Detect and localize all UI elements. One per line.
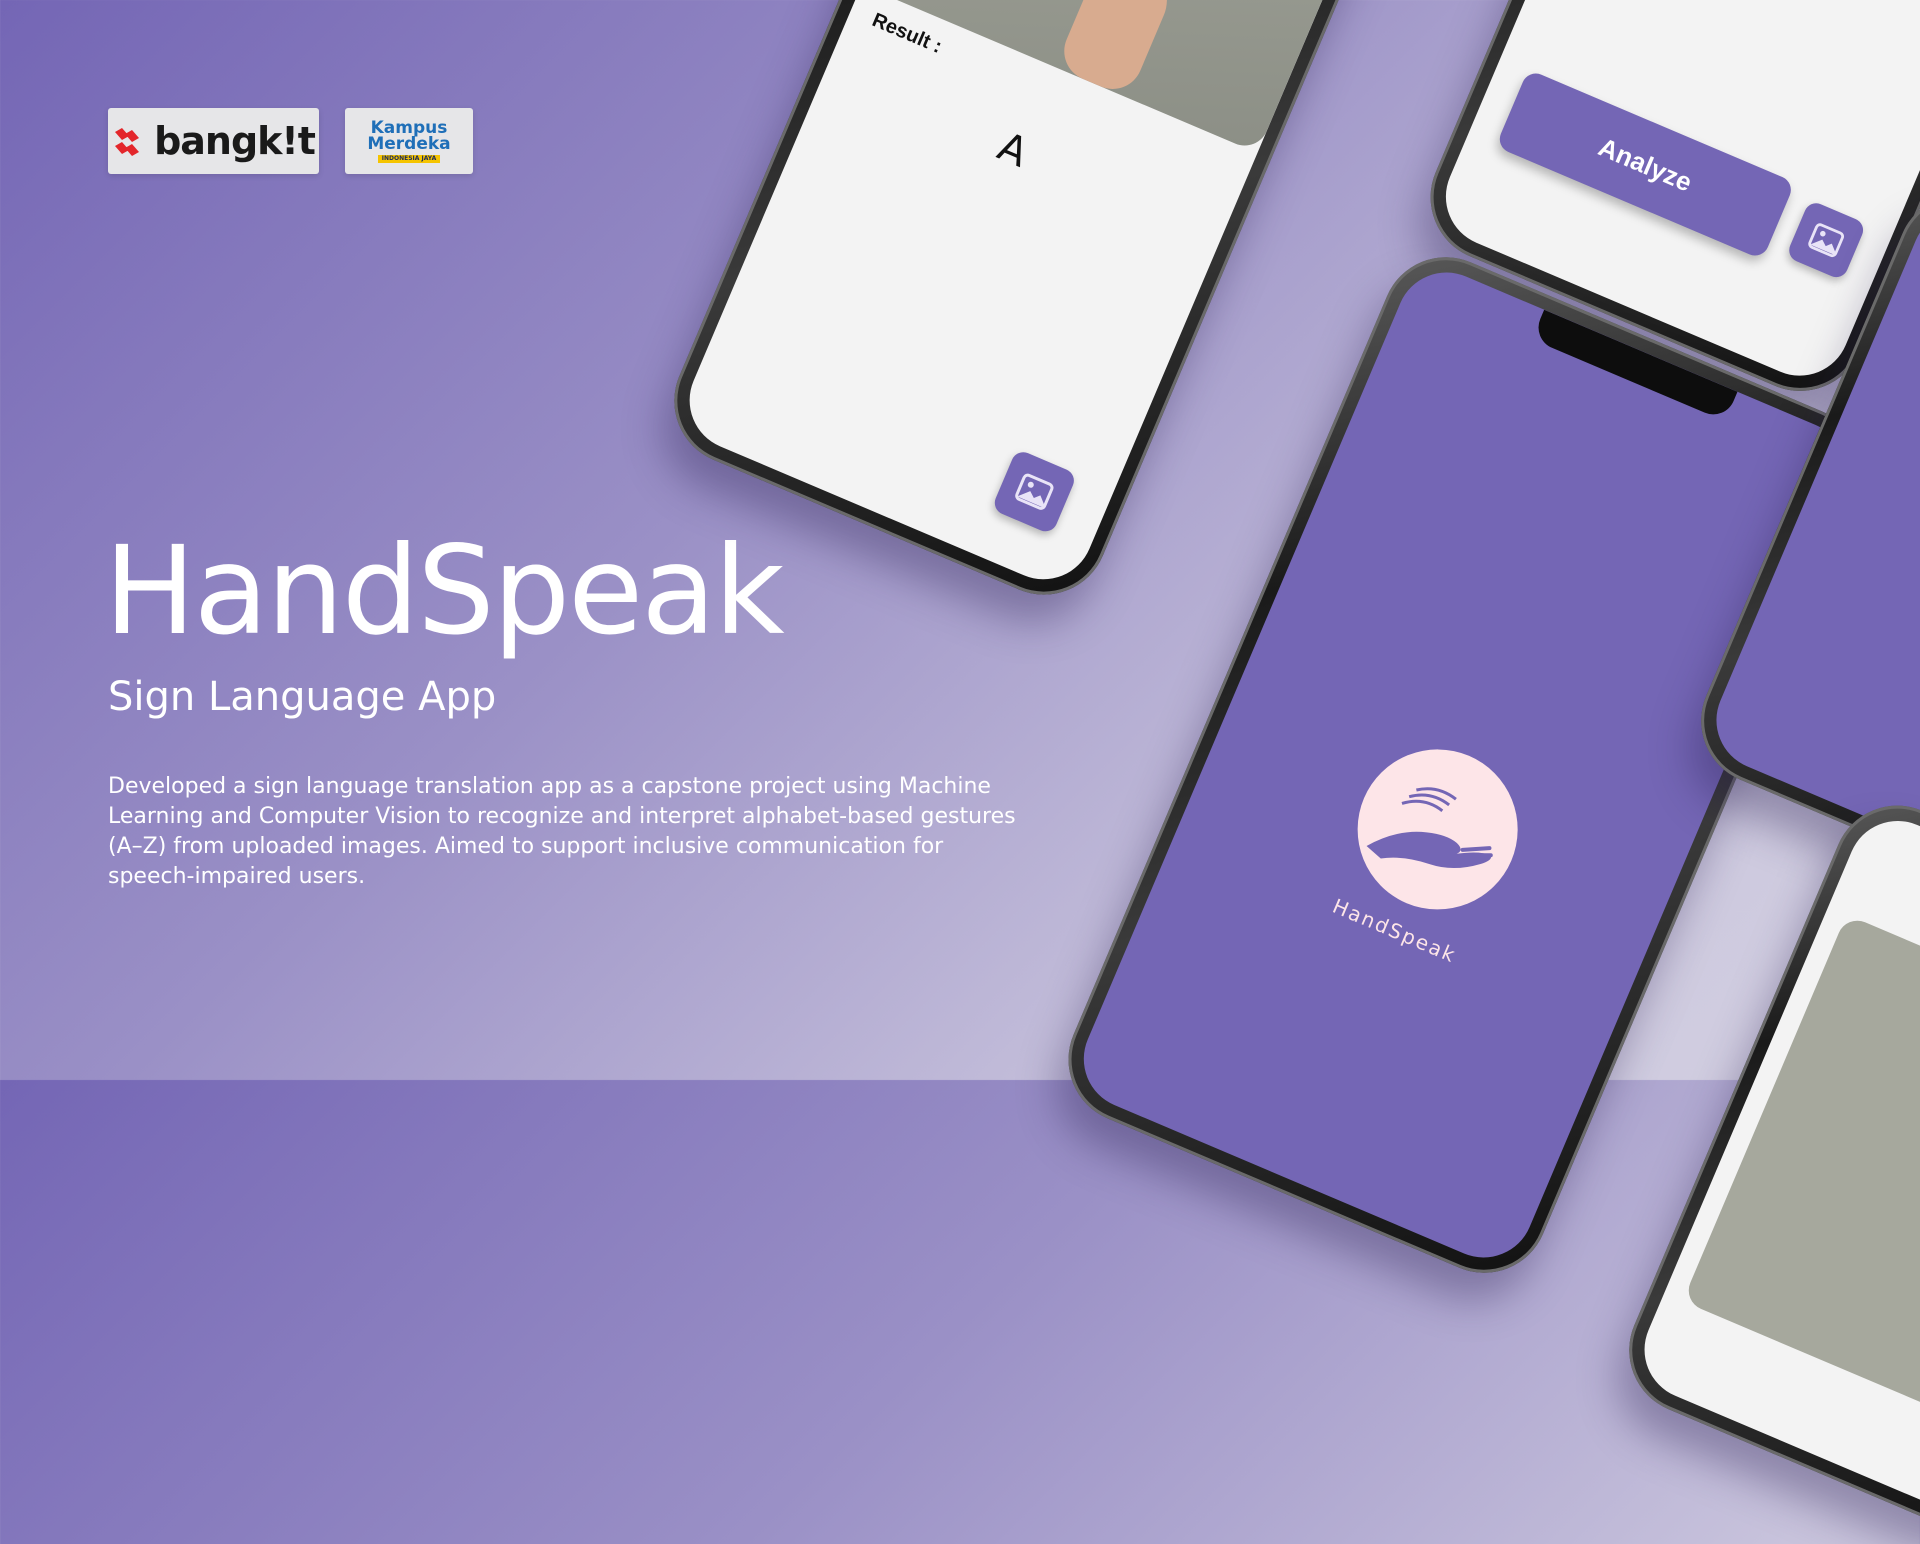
app-subtitle: Sign Language App [108, 674, 497, 720]
kampus-tagline: INDONESIA JAYA [377, 154, 441, 163]
analyze-button[interactable]: Analyze [1495, 69, 1796, 260]
hand-logo-icon [1366, 787, 1493, 869]
upload-image-button[interactable] [991, 448, 1078, 536]
bangkit-logo-icon [115, 128, 140, 156]
bangkit-logo: bangk!t [108, 108, 319, 174]
splash-logo [1332, 724, 1543, 935]
result-label: Result : [868, 9, 945, 58]
result-letter: A [991, 123, 1035, 177]
image-icon [1015, 473, 1054, 510]
bangkit-wordmark: bangk!t [154, 119, 316, 163]
image-icon [1808, 223, 1845, 258]
uploaded-photo [861, 0, 1406, 153]
merdeka-wordmark: Merdeka [367, 133, 451, 154]
kampus-merdeka-logo: Kampus Merdeka INDONESIA JAYA [345, 108, 473, 174]
app-description: Developed a sign language translation ap… [108, 774, 1016, 889]
result-screen: Result : A [674, 0, 1406, 595]
hand-photo [1054, 0, 1180, 99]
bottom-photo [1682, 914, 1920, 1431]
upload-image-button[interactable] [1785, 199, 1867, 281]
app-title: HandSpeak [104, 520, 785, 662]
